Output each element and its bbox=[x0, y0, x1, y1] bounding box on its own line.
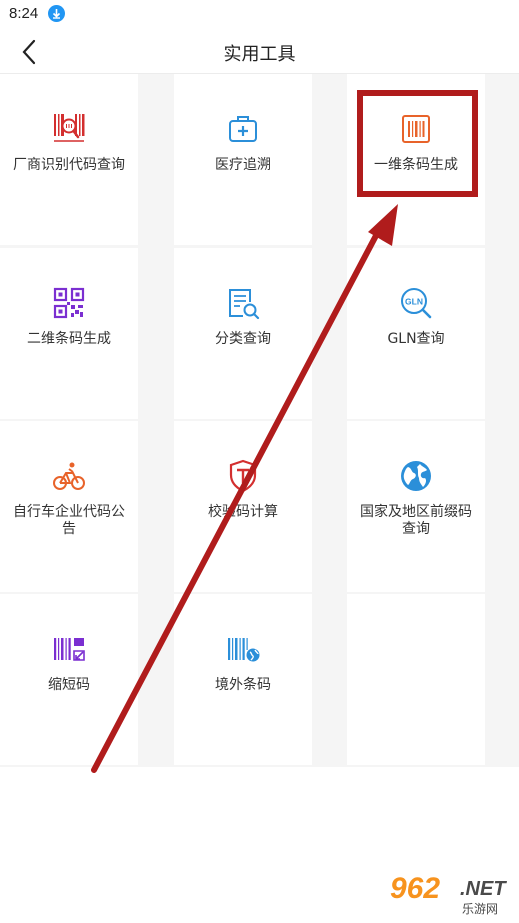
tool-gln-query[interactable]: GLN GLN查询 bbox=[347, 248, 485, 419]
tool-label: GLN查询 bbox=[387, 331, 445, 347]
tool-label: 境外条码 bbox=[215, 677, 271, 693]
status-time: 8:24 bbox=[9, 5, 39, 22]
tool-overseas-barcode[interactable]: 境外条码 bbox=[174, 594, 312, 765]
tool-manufacturer-code-query[interactable]: 厂商识别代码查询 bbox=[0, 74, 138, 245]
barcode-globe-icon bbox=[225, 631, 261, 667]
tool-empty-slot bbox=[347, 594, 485, 765]
qr-code-icon bbox=[51, 285, 87, 321]
globe-icon bbox=[398, 458, 434, 494]
tool-bicycle-company-code[interactable]: 自行车企业代码公告 bbox=[0, 421, 138, 592]
tool-label: 自行车企业代码公告 bbox=[13, 504, 125, 537]
medical-kit-icon bbox=[225, 111, 261, 147]
tool-label: 缩短码 bbox=[48, 677, 90, 693]
tool-label: 厂商识别代码查询 bbox=[13, 157, 125, 173]
tool-country-prefix-query[interactable]: 国家及地区前缀码查询 bbox=[347, 421, 485, 592]
page-title: 实用工具 bbox=[223, 44, 296, 65]
watermark-subtitle: 乐游网 bbox=[462, 902, 499, 916]
header-bar: 实用工具 bbox=[0, 28, 519, 74]
tool-category-query[interactable]: 分类查询 bbox=[174, 248, 312, 419]
watermark-logo: 962 .NET 乐游网 bbox=[380, 872, 512, 918]
shield-t-icon bbox=[225, 458, 261, 494]
watermark-suffix: .NET bbox=[460, 878, 506, 900]
barcode-search-icon bbox=[51, 111, 87, 147]
gln-search-icon: GLN bbox=[398, 285, 434, 321]
svg-text:GLN: GLN bbox=[405, 297, 423, 307]
watermark-number: 962 bbox=[390, 872, 441, 905]
tool-label: 校验码计算 bbox=[208, 504, 278, 520]
highlight-box bbox=[357, 90, 478, 197]
tool-label: 分类查询 bbox=[215, 331, 271, 347]
bicycle-icon bbox=[51, 458, 87, 494]
tool-short-code[interactable]: 缩短码 bbox=[0, 594, 138, 765]
tool-label: 国家及地区前缀码查询 bbox=[360, 504, 472, 537]
tool-2d-barcode-generate[interactable]: 二维条码生成 bbox=[0, 248, 138, 419]
status-bar: 8:24 bbox=[0, 0, 519, 28]
tool-label: 医疗追溯 bbox=[215, 157, 271, 173]
download-icon bbox=[48, 5, 65, 22]
tool-medical-trace[interactable]: 医疗追溯 bbox=[174, 74, 312, 245]
tool-label: 二维条码生成 bbox=[27, 331, 111, 347]
barcode-shrink-icon bbox=[51, 631, 87, 667]
list-search-icon bbox=[225, 285, 261, 321]
tool-check-digit-calc[interactable]: 校验码计算 bbox=[174, 421, 312, 592]
